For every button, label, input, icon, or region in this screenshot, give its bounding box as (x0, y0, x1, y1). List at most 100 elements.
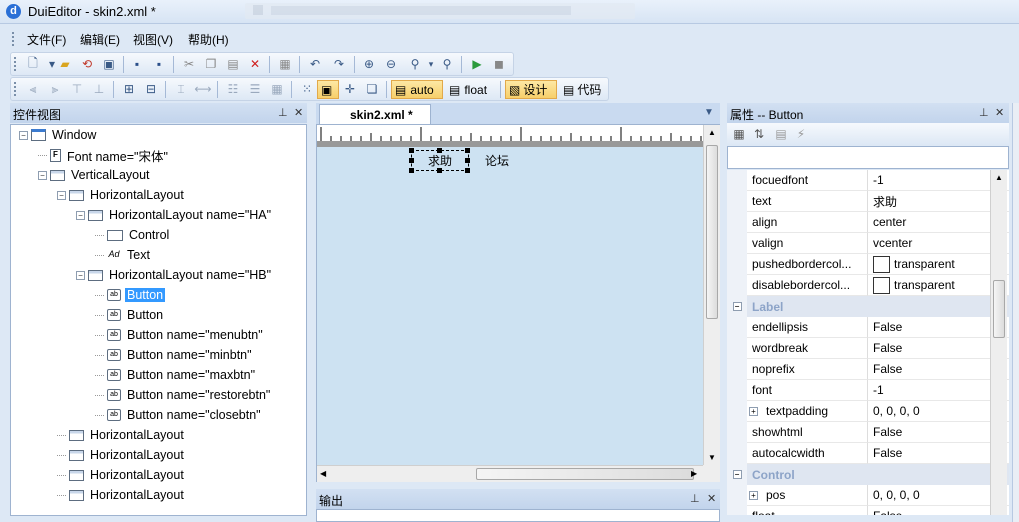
property-row[interactable]: valign vcenter (727, 233, 1009, 254)
scroll-up-icon[interactable]: ▲ (708, 128, 716, 137)
layers-icon[interactable]: ❏ (364, 81, 380, 97)
pin-icon[interactable]: ⊥ (979, 106, 989, 119)
property-value[interactable]: False (868, 338, 1009, 359)
align-right-icon[interactable]: ⫸ (47, 81, 63, 97)
collapse-icon[interactable]: − (38, 170, 47, 180)
crosshair-icon[interactable]: ✛ (342, 81, 358, 97)
control-tree[interactable]: − Window F Font name="宋体" − VerticalLayout − Ho… (10, 124, 307, 516)
categorized-icon[interactable]: ▦ (731, 126, 747, 142)
property-row[interactable]: wordbreak False (727, 338, 1009, 359)
float-layout-button[interactable]: ▤ float (445, 80, 497, 99)
collapse-icon[interactable]: − (19, 130, 28, 140)
design-canvas[interactable]: 求助 论坛 ▲ ▼ ◀ ▶ (316, 124, 720, 482)
tree-node[interactable]: ab Button name="maxbtn" (11, 365, 306, 385)
menu-view[interactable]: 视图(V) (133, 31, 173, 48)
tree-node[interactable]: F Font name="宋体" (11, 145, 306, 165)
paste-template-icon[interactable]: ▣ (101, 56, 117, 72)
paste-icon[interactable]: ▤ (225, 56, 241, 72)
editor-horizontal-scrollbar[interactable]: ◀ ▶ (317, 465, 703, 482)
scroll-down-icon[interactable]: ▼ (708, 453, 716, 462)
expand-icon[interactable]: + (749, 490, 758, 500)
property-search-input[interactable] (727, 146, 1009, 169)
property-value[interactable]: transparent (868, 254, 1009, 275)
collapse-icon[interactable]: − (76, 210, 85, 220)
undo-icon[interactable]: ↶ (307, 56, 323, 72)
tree-node[interactable]: − HorizontalLayout name="HA" (11, 205, 306, 225)
property-value[interactable]: False (868, 443, 1009, 464)
property-row[interactable]: + pos 0, 0, 0, 0 (727, 485, 1009, 506)
pin-icon[interactable]: ⊥ (278, 106, 288, 119)
resize-handle[interactable] (409, 158, 414, 163)
resize-handle[interactable] (465, 148, 470, 153)
property-value[interactable]: False (868, 422, 1009, 443)
property-row[interactable]: disablebordercol... transparent (727, 275, 1009, 296)
same-width-icon[interactable]: ⟷ (194, 81, 211, 97)
tree-node[interactable]: − HorizontalLayout name="HB" (11, 265, 306, 285)
property-value[interactable]: transparent (868, 275, 1009, 296)
run-preview-icon[interactable]: ▶ (469, 56, 485, 72)
tree-node[interactable]: ab Button name="restorebtn" (11, 385, 306, 405)
format-icon[interactable]: ▦ (277, 56, 293, 72)
tree-node[interactable]: − VerticalLayout (11, 165, 306, 185)
zoom-in-icon[interactable]: ⊕ (361, 56, 377, 72)
same-size-icon[interactable]: ▦ (269, 81, 285, 97)
space-down-icon[interactable]: ☰ (247, 81, 263, 97)
property-row[interactable]: showhtml False (727, 422, 1009, 443)
scroll-up-icon[interactable]: ▲ (995, 173, 1003, 182)
new-file-icon[interactable]: 🗋 (25, 56, 41, 72)
property-value[interactable]: -1 (868, 170, 1009, 191)
resize-handle[interactable] (437, 148, 442, 153)
tab-dropdown-icon[interactable]: ▼ (704, 107, 714, 118)
tree-node[interactable]: − HorizontalLayout (11, 185, 306, 205)
align-bottom-icon[interactable]: ⊥ (91, 81, 107, 97)
property-row[interactable]: align center (727, 212, 1009, 233)
property-category[interactable]: − Label (727, 296, 1009, 317)
property-value[interactable]: 0, 0, 0, 0 (868, 485, 1009, 506)
property-value[interactable]: 求助 (868, 191, 1009, 212)
space-across-icon[interactable]: ☷ (225, 81, 241, 97)
collapse-icon[interactable]: − (732, 302, 742, 311)
properties-page-icon[interactable]: ▤ (773, 126, 789, 142)
grid-icon[interactable]: ⁙ (299, 81, 315, 97)
delete-icon[interactable]: ✕ (247, 56, 263, 72)
tree-node[interactable]: Control (11, 225, 306, 245)
canvas-button-forum[interactable]: 论坛 (477, 151, 517, 169)
toolbar-grip[interactable] (14, 57, 17, 71)
property-row[interactable]: float False (727, 506, 1009, 515)
property-value[interactable]: -1 (868, 380, 1009, 401)
property-value[interactable]: center (868, 212, 1009, 233)
zoom-icon[interactable]: ⚲ (407, 56, 423, 72)
menu-help[interactable]: 帮助(H) (188, 31, 229, 48)
tree-node[interactable]: ab Button name="minbtn" (11, 345, 306, 365)
resize-handle[interactable] (409, 148, 414, 153)
scroll-thumb[interactable] (706, 145, 718, 319)
property-row[interactable]: autocalcwidth False (727, 443, 1009, 464)
properties-vertical-scrollbar[interactable]: ▲ (990, 170, 1007, 515)
resize-handle[interactable] (437, 168, 442, 173)
auto-layout-button[interactable]: ▤ auto (391, 80, 443, 99)
property-value[interactable]: False (868, 317, 1009, 338)
color-swatch[interactable] (873, 255, 890, 273)
copy-icon[interactable]: ❐ (203, 56, 219, 72)
editor-vertical-scrollbar[interactable]: ▲ ▼ (703, 125, 720, 465)
toolbar-grip[interactable] (14, 82, 17, 96)
tree-node[interactable]: HorizontalLayout (11, 425, 306, 445)
zoom-dropdown-icon[interactable]: ▾ (423, 56, 439, 72)
open-recent-icon[interactable]: ⟲ (79, 56, 95, 72)
tree-node[interactable]: ab Button (11, 285, 306, 305)
property-category[interactable]: − Control (727, 464, 1009, 485)
tree-node[interactable]: HorizontalLayout (11, 465, 306, 485)
scroll-thumb[interactable] (993, 280, 1005, 338)
close-icon[interactable]: ✕ (995, 106, 1004, 119)
menu-file[interactable]: 文件(F) (27, 31, 66, 48)
code-view-button[interactable]: ▤ 代码 (559, 80, 609, 99)
align-left-icon[interactable]: ⫷ (25, 81, 41, 97)
property-row[interactable]: noprefix False (727, 359, 1009, 380)
scroll-right-icon[interactable]: ▶ (691, 469, 697, 478)
property-value[interactable]: False (868, 506, 1009, 515)
close-icon[interactable]: ✕ (707, 492, 716, 505)
property-row[interactable]: text 求助 (727, 191, 1009, 212)
tree-node[interactable]: HorizontalLayout (11, 445, 306, 465)
tree-node[interactable]: Ad Text (11, 245, 306, 265)
zoom-fit-icon[interactable]: ⚲ (439, 56, 455, 72)
